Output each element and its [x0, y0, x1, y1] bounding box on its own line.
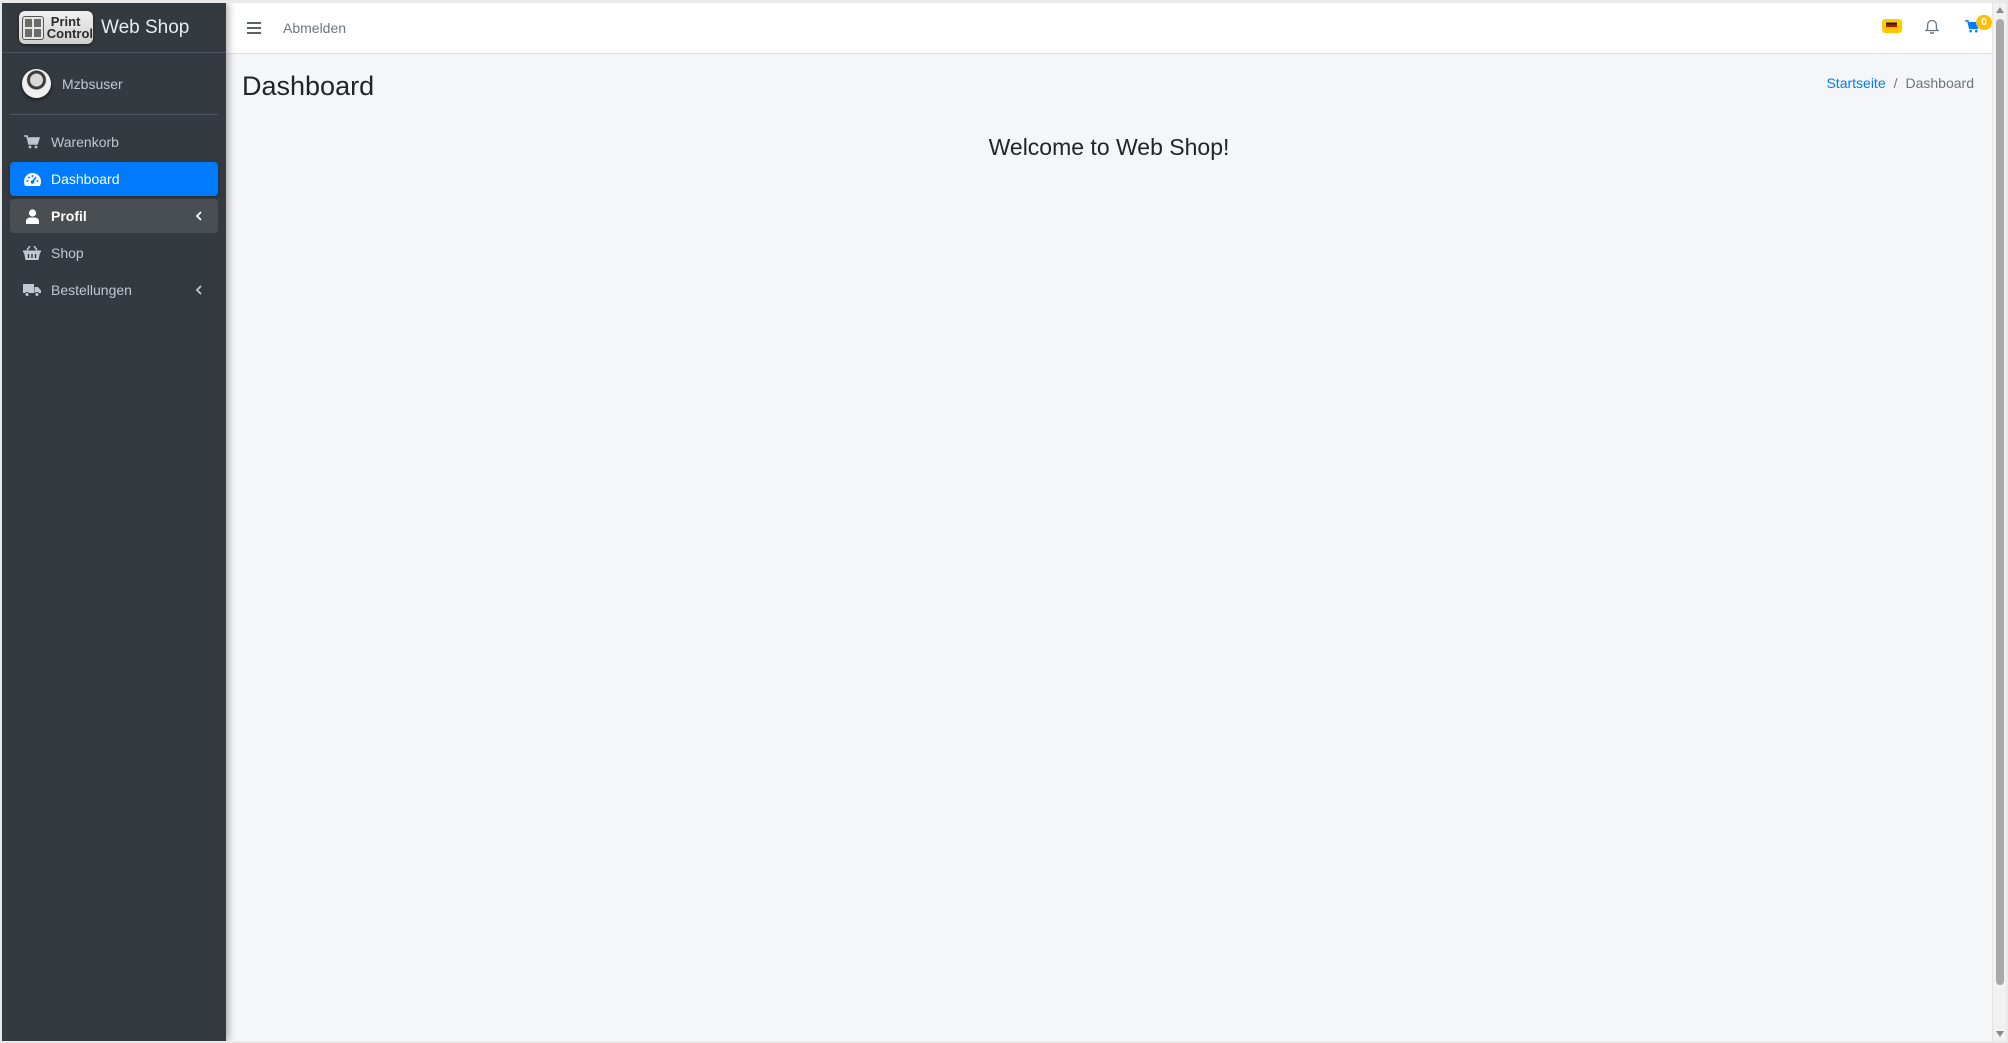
user-icon	[23, 207, 41, 225]
logo-line-2: Control	[46, 25, 93, 41]
sidebar-item-label: Shop	[51, 245, 84, 261]
german-flag-icon	[1882, 19, 1902, 38]
scroll-up-arrow-icon[interactable]	[1996, 7, 2004, 13]
chevron-left-icon	[192, 283, 206, 297]
sidebar-item-dashboard[interactable]: Dashboard	[10, 162, 218, 196]
sidebar-item-label: Profil	[51, 208, 87, 224]
sidebar-item-label: Warenkorb	[51, 134, 119, 150]
brand-title: Web Shop	[101, 16, 190, 38]
avatar	[22, 69, 51, 98]
user-name: Mzbsuser	[62, 75, 123, 92]
page-scrollbar[interactable]	[1992, 3, 2006, 1041]
language-selector[interactable]	[1872, 3, 1912, 54]
brand-link[interactable]: Print Control Web Shop	[2, 3, 226, 53]
cart-button[interactable]: 0	[1952, 3, 1992, 54]
main-content: Dashboard Startseite / Dashboard Welcome…	[226, 54, 1992, 1041]
app-window: Print Control Web Shop Mzbsuser Warenkor…	[0, 0, 2008, 1043]
breadcrumb-current: Dashboard	[1905, 75, 1975, 91]
cart-count-badge: 0	[1976, 15, 1992, 30]
sidebar-nav: Warenkorb Dashboard Profil Shop Bestellu…	[2, 115, 226, 307]
logout-link[interactable]: Abmelden	[283, 20, 346, 36]
navbar-right: 0	[1872, 3, 1992, 54]
breadcrumb-separator: /	[1893, 75, 1898, 91]
chevron-left-icon	[192, 209, 206, 223]
sidebar-item-warenkorb[interactable]: Warenkorb	[10, 125, 218, 159]
menu-toggle-icon[interactable]	[247, 22, 261, 34]
page-title: Dashboard	[242, 71, 375, 101]
user-panel[interactable]: Mzbsuser	[10, 53, 218, 115]
top-navbar: Abmelden 0	[226, 3, 1992, 54]
bell-icon	[1924, 19, 1940, 39]
sidebar: Print Control Web Shop Mzbsuser Warenkor…	[2, 3, 226, 1041]
sidebar-item-profil[interactable]: Profil	[10, 199, 218, 233]
logo-chip-icon	[22, 15, 44, 40]
shopping-cart-icon	[23, 133, 41, 151]
truck-icon	[23, 281, 41, 299]
sidebar-item-bestellungen[interactable]: Bestellungen	[10, 273, 218, 307]
sidebar-item-label: Dashboard	[51, 171, 120, 187]
breadcrumb: Startseite / Dashboard	[1826, 75, 1974, 91]
sidebar-item-shop[interactable]: Shop	[10, 236, 218, 270]
scroll-down-arrow-icon[interactable]	[1996, 1031, 2004, 1037]
basket-icon	[23, 244, 41, 262]
sidebar-item-label: Bestellungen	[51, 282, 132, 298]
logo-text: Print Control	[46, 15, 93, 41]
breadcrumb-home-link[interactable]: Startseite	[1826, 75, 1885, 91]
notifications-button[interactable]	[1912, 3, 1952, 54]
scroll-thumb[interactable]	[1996, 19, 2004, 985]
brand-logo: Print Control	[19, 11, 93, 44]
tachometer-icon	[23, 170, 41, 188]
welcome-heading: Welcome to Web Shop!	[988, 134, 1230, 160]
